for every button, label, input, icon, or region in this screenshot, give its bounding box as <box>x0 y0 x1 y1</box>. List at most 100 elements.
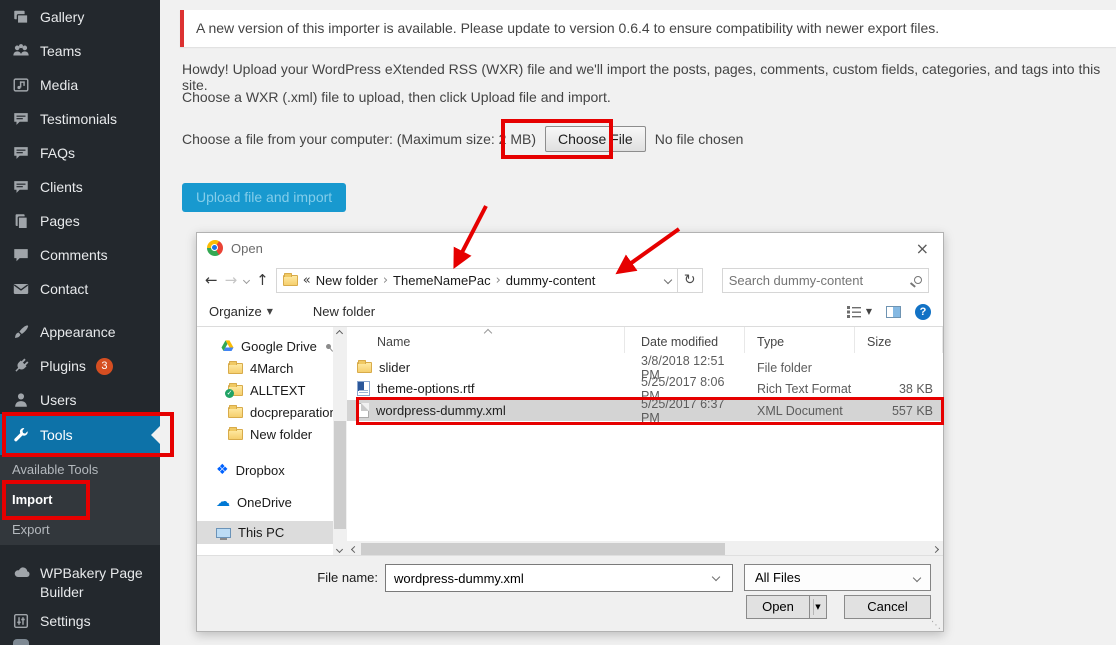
scrollbar-thumb[interactable] <box>361 543 725 555</box>
breadcrumb-collapse-chevrons[interactable]: « <box>303 273 311 288</box>
up-icon[interactable]: ↑ <box>256 273 269 288</box>
cancel-button[interactable]: Cancel <box>844 595 931 619</box>
file-type-select[interactable]: All Files <box>744 564 931 591</box>
chrome-icon <box>207 240 223 256</box>
nav-item-label: 4March <box>250 361 293 376</box>
scroll-right-icon[interactable] <box>932 545 939 552</box>
sidebar-item-clients[interactable]: Clients <box>0 170 160 204</box>
column-label: Name <box>377 335 410 349</box>
sidebar-item-users[interactable]: Users <box>0 383 160 417</box>
change-view-button[interactable]: ▼ <box>847 306 872 318</box>
sidebar-item-faqs[interactable]: FAQs <box>0 136 160 170</box>
speech-bubble-icon <box>12 178 30 196</box>
scrollbar-thumb[interactable] <box>334 421 346 529</box>
brush-icon <box>12 323 30 341</box>
search-icon[interactable] <box>914 276 922 284</box>
preview-pane-icon[interactable] <box>886 306 901 318</box>
search-input[interactable] <box>729 273 914 288</box>
column-header-date-modified[interactable]: Date modified <box>625 327 745 353</box>
column-header-size[interactable]: Size <box>855 327 943 353</box>
sidebar-item-label: Plugins <box>40 358 86 374</box>
settings-icon <box>12 612 30 630</box>
no-file-chosen-text: No file chosen <box>655 131 744 147</box>
back-icon[interactable]: ← <box>205 273 218 288</box>
sidebar-item-comments[interactable]: Comments <box>0 238 160 272</box>
breadcrumb-segment[interactable]: ThemeNamePac <box>393 273 491 288</box>
update-notice-text: A new version of this importer is availa… <box>184 10 1116 46</box>
nav-item-google-drive[interactable]: Google Drive <box>197 335 333 357</box>
breadcrumb-path[interactable]: « New folder › ThemeNamePac › dummy-cont… <box>277 269 677 292</box>
file-type-value: All Files <box>755 570 801 585</box>
nav-item-dropbox[interactable]: ❖ Dropbox <box>197 459 333 481</box>
chevron-right-icon: › <box>383 273 388 288</box>
submenu-item-export[interactable]: Export <box>0 515 160 545</box>
open-button[interactable]: Open <box>746 595 810 619</box>
help-icon[interactable]: ? <box>915 304 931 320</box>
dialog-titlebar[interactable]: Open × <box>197 233 943 263</box>
toolbar-right-icons: ▼ ? <box>847 304 931 320</box>
speech-bubble-icon <box>12 110 30 128</box>
sidebar-item-label: Contact <box>40 281 88 297</box>
sidebar-item-label: Comments <box>40 247 108 263</box>
refresh-icon[interactable]: ↻ <box>677 269 702 292</box>
sidebar-item-appearance[interactable]: Appearance <box>0 315 160 349</box>
sidebar-item-teams[interactable]: Teams <box>0 34 160 68</box>
file-size: 557 KB <box>855 404 943 418</box>
file-type: Rich Text Format <box>745 382 855 396</box>
column-header-name[interactable]: Name <box>347 327 625 353</box>
sidebar-item-pages[interactable]: Pages <box>0 204 160 238</box>
file-name-input[interactable] <box>385 564 733 592</box>
sidebar-item-testimonials[interactable]: Testimonials <box>0 102 160 136</box>
sidebar-item-contact[interactable]: Contact <box>0 272 160 306</box>
gallery-icon <box>12 8 30 26</box>
organize-menu[interactable]: Organize ▼ <box>209 304 273 319</box>
open-split-dropdown[interactable]: ▼ <box>809 595 827 619</box>
importer-instruction-text: Choose a WXR (.xml) file to upload, then… <box>182 89 611 105</box>
file-row-wordpress-dummy[interactable]: wordpress-dummy.xml 5/25/2017 6:37 PM XM… <box>347 400 943 421</box>
comment-icon <box>12 246 30 264</box>
navigation-pane-scrollbar[interactable] <box>333 327 347 557</box>
breadcrumb-segment[interactable]: dummy-content <box>506 273 596 288</box>
google-drive-icon <box>221 340 234 352</box>
breadcrumb-segment[interactable]: New folder <box>316 273 378 288</box>
address-dropdown-chevron-icon[interactable] <box>663 276 671 284</box>
nav-item-label: This PC <box>238 525 284 540</box>
new-folder-button[interactable]: New folder <box>313 304 375 319</box>
sidebar-item-tools[interactable]: Tools <box>0 414 160 455</box>
scroll-left-icon[interactable] <box>351 545 358 552</box>
nav-item-onedrive[interactable]: ☁ OneDrive <box>197 491 333 513</box>
close-icon[interactable]: × <box>912 239 933 258</box>
sidebar-item-settings[interactable]: Settings <box>0 604 160 638</box>
upload-file-and-import-button[interactable]: Upload file and import <box>182 183 346 212</box>
user-icon <box>12 391 30 409</box>
submenu-item-import[interactable]: Import <box>0 485 160 515</box>
nav-item-alltext[interactable]: ✓ ALLTEXT <box>197 379 333 401</box>
file-size: 38 KB <box>855 382 943 396</box>
folder-icon <box>228 429 243 440</box>
sidebar-item-media[interactable]: Media <box>0 68 160 102</box>
nav-item-label: OneDrive <box>237 495 292 510</box>
file-name: slider <box>379 360 410 375</box>
sidebar-item-wpbakery[interactable]: WPBakery Page Builder <box>0 556 160 604</box>
sidebar-item-label: Media <box>40 77 78 93</box>
onedrive-icon: ☁ <box>216 495 230 509</box>
column-header-type[interactable]: Type <box>745 327 855 353</box>
update-notice: A new version of this importer is availa… <box>180 10 1116 47</box>
nav-item-4march[interactable]: 4March <box>197 357 333 379</box>
wrench-icon <box>12 426 30 444</box>
submenu-item-available-tools[interactable]: Available Tools <box>0 455 160 485</box>
nav-item-new-folder[interactable]: New folder <box>197 423 333 445</box>
nav-item-docpreparation[interactable]: docpreparation <box>197 401 333 423</box>
resize-grip[interactable]: ⋱ <box>931 620 941 631</box>
sidebar-item-plugins[interactable]: Plugins 3 <box>0 349 160 383</box>
scroll-up-icon[interactable] <box>336 330 343 337</box>
speech-bubble-icon <box>12 144 30 162</box>
recent-locations-chevron-icon[interactable] <box>243 276 250 283</box>
nav-item-this-pc[interactable]: This PC <box>197 521 333 544</box>
sidebar-item-label: Clients <box>40 179 83 195</box>
choose-file-button[interactable]: Choose File <box>545 126 646 152</box>
sidebar-item-gallery[interactable]: Gallery <box>0 0 160 34</box>
column-label: Type <box>757 335 784 349</box>
scroll-down-icon[interactable] <box>336 546 343 553</box>
sidebar-item-label: FAQs <box>40 145 75 161</box>
